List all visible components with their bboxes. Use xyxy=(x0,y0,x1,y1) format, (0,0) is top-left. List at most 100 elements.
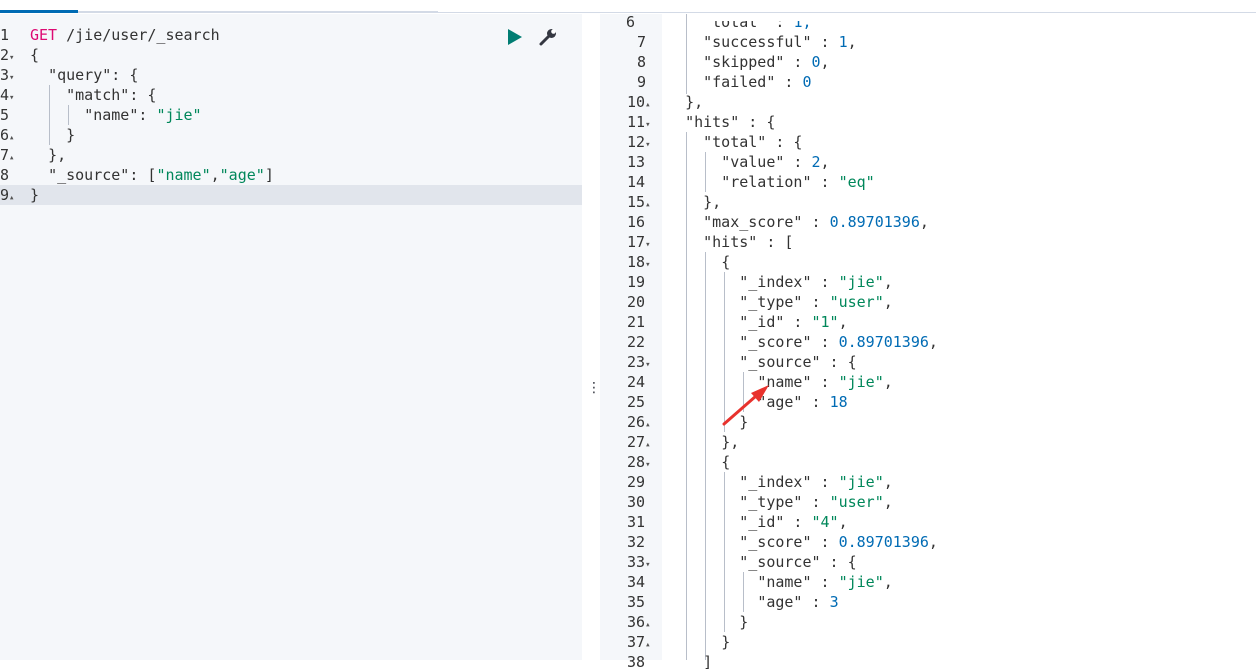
line-number: 10▴ xyxy=(627,93,651,111)
pane-resizer[interactable]: ⋮ xyxy=(582,14,601,660)
response-line: "age" : 3 xyxy=(757,593,839,611)
request-line: GET /jie/user/_search xyxy=(30,25,220,45)
response-line: "_score" : 0.89701396, xyxy=(739,533,938,551)
fold-toggle[interactable]: ▴ xyxy=(645,640,650,650)
request-line: { xyxy=(30,46,40,64)
fold-toggle[interactable]: ▾ xyxy=(645,560,650,570)
line-number: 22 xyxy=(627,333,646,351)
request-path: /jie/user/_search xyxy=(66,26,220,44)
line-number: 14 xyxy=(627,173,646,191)
tab-underline-active[interactable] xyxy=(0,10,78,13)
fold-toggle[interactable]: ▴ xyxy=(9,153,14,163)
response-line: "_index" : "jie", xyxy=(739,473,893,491)
line-number: 18▾ xyxy=(627,253,651,271)
line-number: 8 xyxy=(637,53,647,71)
http-method: GET xyxy=(30,26,58,44)
response-line: "name" : "jie", xyxy=(757,573,893,591)
line-number: 17▾ xyxy=(627,233,651,251)
response-line: "failed" : 0 xyxy=(703,73,812,91)
active-line-highlight xyxy=(0,185,582,205)
fold-toggle[interactable]: ▴ xyxy=(9,193,14,203)
request-line: "name": "jie" xyxy=(84,106,202,124)
line-number: 30 xyxy=(627,493,646,511)
line-number: 37▴ xyxy=(627,633,651,651)
fold-toggle[interactable]: ▴ xyxy=(645,440,650,450)
fold-toggle[interactable]: ▾ xyxy=(9,53,14,63)
fold-toggle[interactable]: ▴ xyxy=(645,420,650,430)
response-line: "_score" : 0.89701396, xyxy=(739,333,938,351)
fold-toggle[interactable]: ▾ xyxy=(9,73,14,83)
line-number: 19 xyxy=(627,273,646,291)
fold-toggle[interactable]: ▴ xyxy=(9,133,14,143)
line-number: 5 xyxy=(0,106,10,124)
request-line: }, xyxy=(48,146,67,164)
line-number: 32 xyxy=(627,533,646,551)
response-line: "value" : 2, xyxy=(721,153,830,171)
tab-underline-inactive xyxy=(78,11,438,13)
response-line: { xyxy=(721,253,731,271)
response-line: "total" : { xyxy=(703,133,803,151)
response-line: "relation" : "eq" xyxy=(721,173,875,191)
line-number: 9 xyxy=(637,73,647,91)
response-line: }, xyxy=(685,93,704,111)
annotation-arrow-icon xyxy=(722,385,769,426)
line-number: 9▴ xyxy=(0,186,15,204)
line-number: 1 xyxy=(0,26,10,44)
line-number: 7▴ xyxy=(0,146,15,164)
fold-toggle[interactable]: ▴ xyxy=(645,100,650,110)
response-line: "_index" : "jie", xyxy=(739,273,893,291)
response-line: "successful" : 1, xyxy=(703,33,857,51)
response-line: "hits" : [ xyxy=(703,233,794,251)
line-number: 21 xyxy=(627,313,646,331)
play-icon xyxy=(508,29,522,45)
fold-toggle[interactable]: ▾ xyxy=(645,120,650,130)
response-line: "hits" : { xyxy=(685,113,776,131)
line-number: 15▴ xyxy=(627,193,651,211)
line-number: 16 xyxy=(627,213,646,231)
response-line: "_type" : "user", xyxy=(739,493,893,511)
response-line: "_source" : { xyxy=(739,553,857,571)
request-line: "match": { xyxy=(66,86,157,104)
line-number: 13 xyxy=(627,153,646,171)
response-line: "_id" : "1", xyxy=(739,313,848,331)
fold-toggle[interactable]: ▴ xyxy=(645,620,650,630)
request-line: } xyxy=(30,186,40,204)
fold-toggle[interactable]: ▾ xyxy=(645,260,650,270)
line-number: 27▴ xyxy=(627,433,651,451)
wrench-icon xyxy=(539,29,556,46)
line-number: 6 xyxy=(626,13,636,31)
line-number: 24 xyxy=(627,373,646,391)
fold-toggle[interactable]: ▾ xyxy=(645,460,650,470)
line-number: 36▴ xyxy=(627,613,651,631)
settings-button[interactable] xyxy=(538,27,558,47)
fold-toggle[interactable]: ▾ xyxy=(9,93,14,103)
line-number: 35 xyxy=(627,593,646,611)
line-number: 4▾ xyxy=(0,86,15,104)
response-line: "_source" : { xyxy=(739,353,857,371)
response-line: ] xyxy=(703,653,713,671)
response-line: "_type" : "user", xyxy=(739,293,893,311)
line-number: 11▾ xyxy=(627,113,651,131)
line-number: 34 xyxy=(627,573,646,591)
fold-toggle[interactable]: ▴ xyxy=(645,200,650,210)
response-line: "_id" : "4", xyxy=(739,513,848,531)
response-line: "max_score" : 0.89701396, xyxy=(703,213,929,231)
response-line: } xyxy=(721,633,731,651)
fold-toggle[interactable]: ▾ xyxy=(645,140,650,150)
line-number: 38 xyxy=(627,653,646,671)
fold-toggle[interactable]: ▾ xyxy=(645,240,650,250)
line-number: 7 xyxy=(637,33,647,51)
line-number: 6▴ xyxy=(0,126,15,144)
line-number: 26▴ xyxy=(627,413,651,431)
request-line: "query": { xyxy=(48,66,139,84)
response-line: } xyxy=(739,613,749,631)
line-number: 23▾ xyxy=(627,353,651,371)
run-request-button[interactable] xyxy=(506,28,524,46)
line-number: 3▾ xyxy=(0,66,15,84)
line-number: 12▾ xyxy=(627,133,651,151)
response-line: { xyxy=(721,453,731,471)
request-line: } xyxy=(66,126,76,144)
fold-toggle[interactable]: ▾ xyxy=(645,360,650,370)
drag-handle-icon: ⋮ xyxy=(587,380,601,396)
line-number: 29 xyxy=(627,473,646,491)
